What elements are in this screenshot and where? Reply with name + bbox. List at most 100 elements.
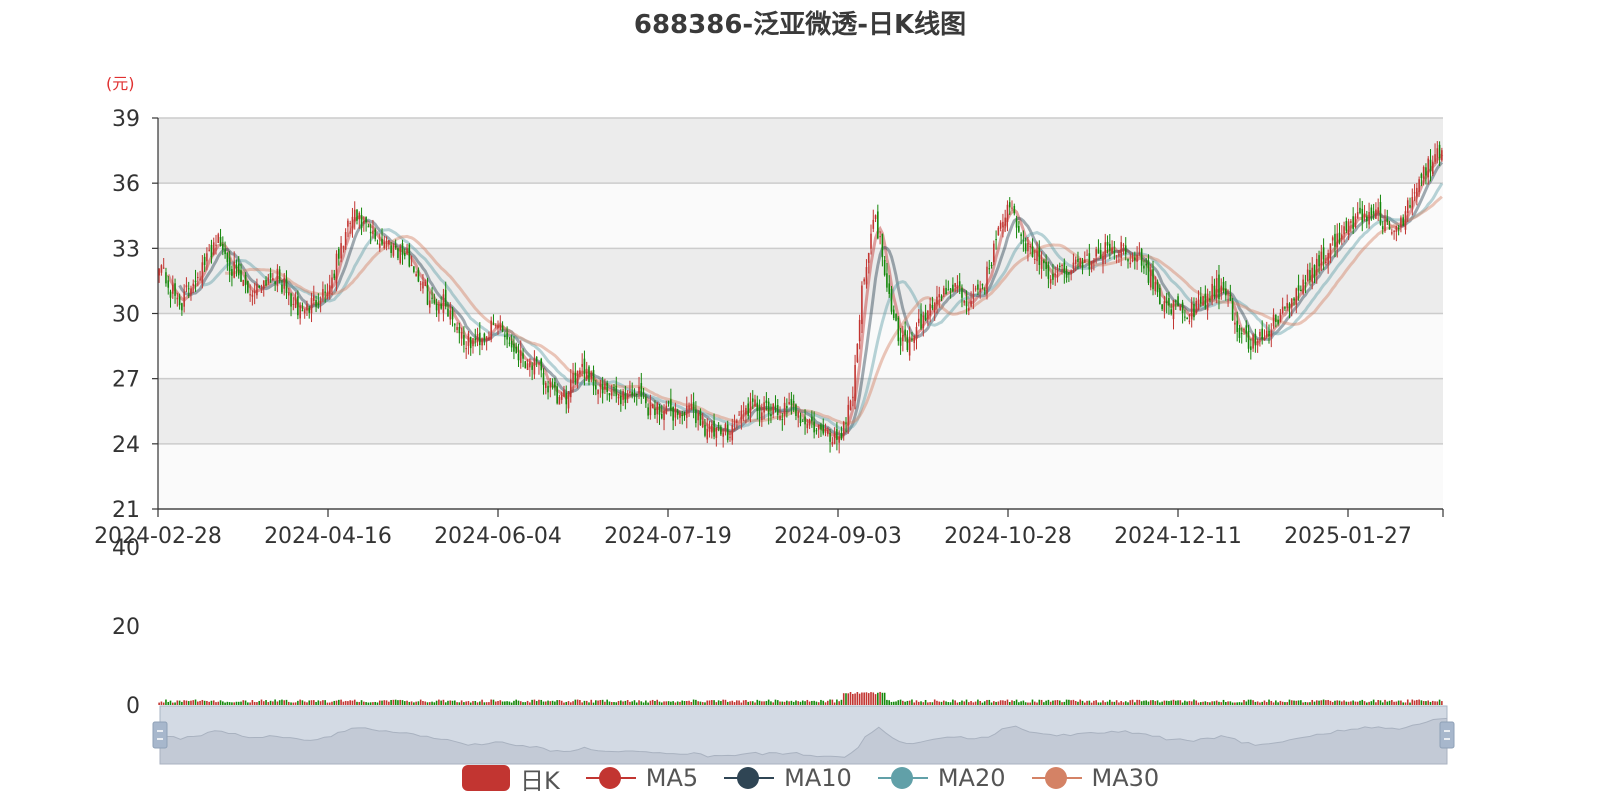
candle-body: [1063, 262, 1066, 274]
volume-bar: [1186, 701, 1188, 705]
volume-bar: [463, 702, 465, 705]
candle-body: [745, 408, 747, 415]
candle-body: [476, 334, 479, 341]
volume-bar: [1247, 699, 1250, 705]
volume-tick-label: 40: [112, 536, 140, 561]
candle-body: [485, 336, 488, 342]
candle-body: [1268, 330, 1270, 337]
volume-bar: [510, 702, 513, 705]
candle-body: [1395, 225, 1398, 232]
volume-bar: [1431, 700, 1434, 705]
volume-bar: [1113, 701, 1116, 705]
candle-body: [258, 285, 261, 288]
volume-bar: [1225, 701, 1227, 705]
candle-body: [454, 324, 456, 326]
volume-bar: [1354, 701, 1357, 705]
candle-body: [872, 219, 875, 229]
volume-bar: [456, 702, 458, 705]
volume-bar: [358, 701, 361, 705]
volume-bar: [1052, 700, 1054, 705]
volume-bar: [283, 700, 286, 705]
volume-bar: [631, 701, 633, 705]
volume-bar: [1302, 702, 1304, 705]
candle-body: [413, 266, 415, 272]
candle-body: [1020, 234, 1022, 237]
candle-body: [724, 424, 727, 428]
volume-bar: [1270, 700, 1273, 705]
candle-body: [178, 296, 181, 306]
volume-bar: [1404, 702, 1407, 705]
candle-body: [538, 363, 540, 365]
volume-bar: [565, 701, 568, 705]
candle-body: [974, 288, 977, 290]
candlestick-chart: 212427303336392024-02-28 2024-04-16 2024-0…: [94, 107, 1455, 765]
volume-bar: [315, 701, 317, 705]
candle-body: [194, 280, 197, 283]
volume-bar: [347, 701, 349, 705]
volume-bar: [1422, 701, 1425, 705]
candle-body: [310, 297, 313, 314]
volume-bar: [183, 700, 185, 705]
volume-bar: [1438, 699, 1441, 705]
legend-item-ma20[interactable]: MA20: [877, 764, 1006, 792]
volume-bar: [1295, 700, 1298, 705]
candle-body: [165, 272, 167, 284]
x-tick-label: 2024-04-16: [264, 524, 392, 549]
candle-body: [1306, 269, 1309, 281]
candle-body: [813, 421, 815, 433]
legend-item-kline[interactable]: 日K: [462, 761, 560, 796]
legend-item-ma30[interactable]: MA30: [1031, 764, 1159, 792]
volume-bar: [381, 700, 383, 705]
candle-body: [494, 325, 497, 327]
legend-item-ma5[interactable]: MA5: [585, 764, 698, 792]
candle-body: [444, 289, 447, 307]
candle-body: [551, 386, 554, 388]
volume-bar: [660, 702, 663, 705]
candle-body: [808, 419, 811, 426]
volume-tick-label: 0: [126, 694, 140, 719]
volume-bar: [695, 699, 697, 705]
candle-body: [981, 284, 984, 286]
candle-body: [747, 403, 749, 416]
volume-bar: [852, 693, 854, 705]
candle-body: [251, 294, 254, 297]
volume-bar: [1143, 700, 1145, 705]
volume-bar: [1061, 702, 1063, 705]
candle-body: [217, 234, 220, 243]
legend-item-ma10[interactable]: MA10: [724, 764, 852, 792]
volume-bar: [449, 700, 452, 705]
volume-bar: [467, 701, 470, 705]
candle-body: [1286, 302, 1289, 309]
candle-body: [795, 404, 797, 416]
volume-bar: [842, 693, 845, 705]
volume-bar: [501, 701, 504, 705]
candle-body: [788, 402, 790, 404]
candle-body: [1074, 259, 1077, 264]
candle-body: [451, 310, 454, 320]
candle-body: [988, 268, 991, 270]
volume-bar: [829, 699, 831, 705]
volume-bar: [1254, 701, 1257, 705]
volume-bar: [276, 701, 279, 705]
candle-body: [1184, 316, 1186, 318]
volume-bar: [1136, 699, 1138, 705]
volume-bar: [993, 701, 995, 705]
slider-handle-right[interactable]: [1439, 721, 1455, 749]
candle-body: [856, 343, 859, 362]
volume-bar: [724, 699, 727, 705]
candle-body: [1227, 299, 1229, 301]
volume-bar: [208, 701, 210, 705]
candle-body: [917, 318, 920, 324]
volume-bar: [672, 701, 674, 705]
volume-bar: [942, 700, 945, 705]
candle-body: [183, 291, 185, 307]
slider-handle-left[interactable]: [152, 721, 168, 749]
volume-bar: [681, 700, 684, 705]
y-tick-label: 27: [112, 368, 140, 393]
candle-body: [312, 295, 315, 301]
candle-body: [688, 405, 690, 410]
candle-body: [1261, 328, 1263, 339]
candle-body: [667, 401, 670, 403]
candle-body: [1199, 296, 1202, 304]
volume-bar: [397, 700, 399, 705]
